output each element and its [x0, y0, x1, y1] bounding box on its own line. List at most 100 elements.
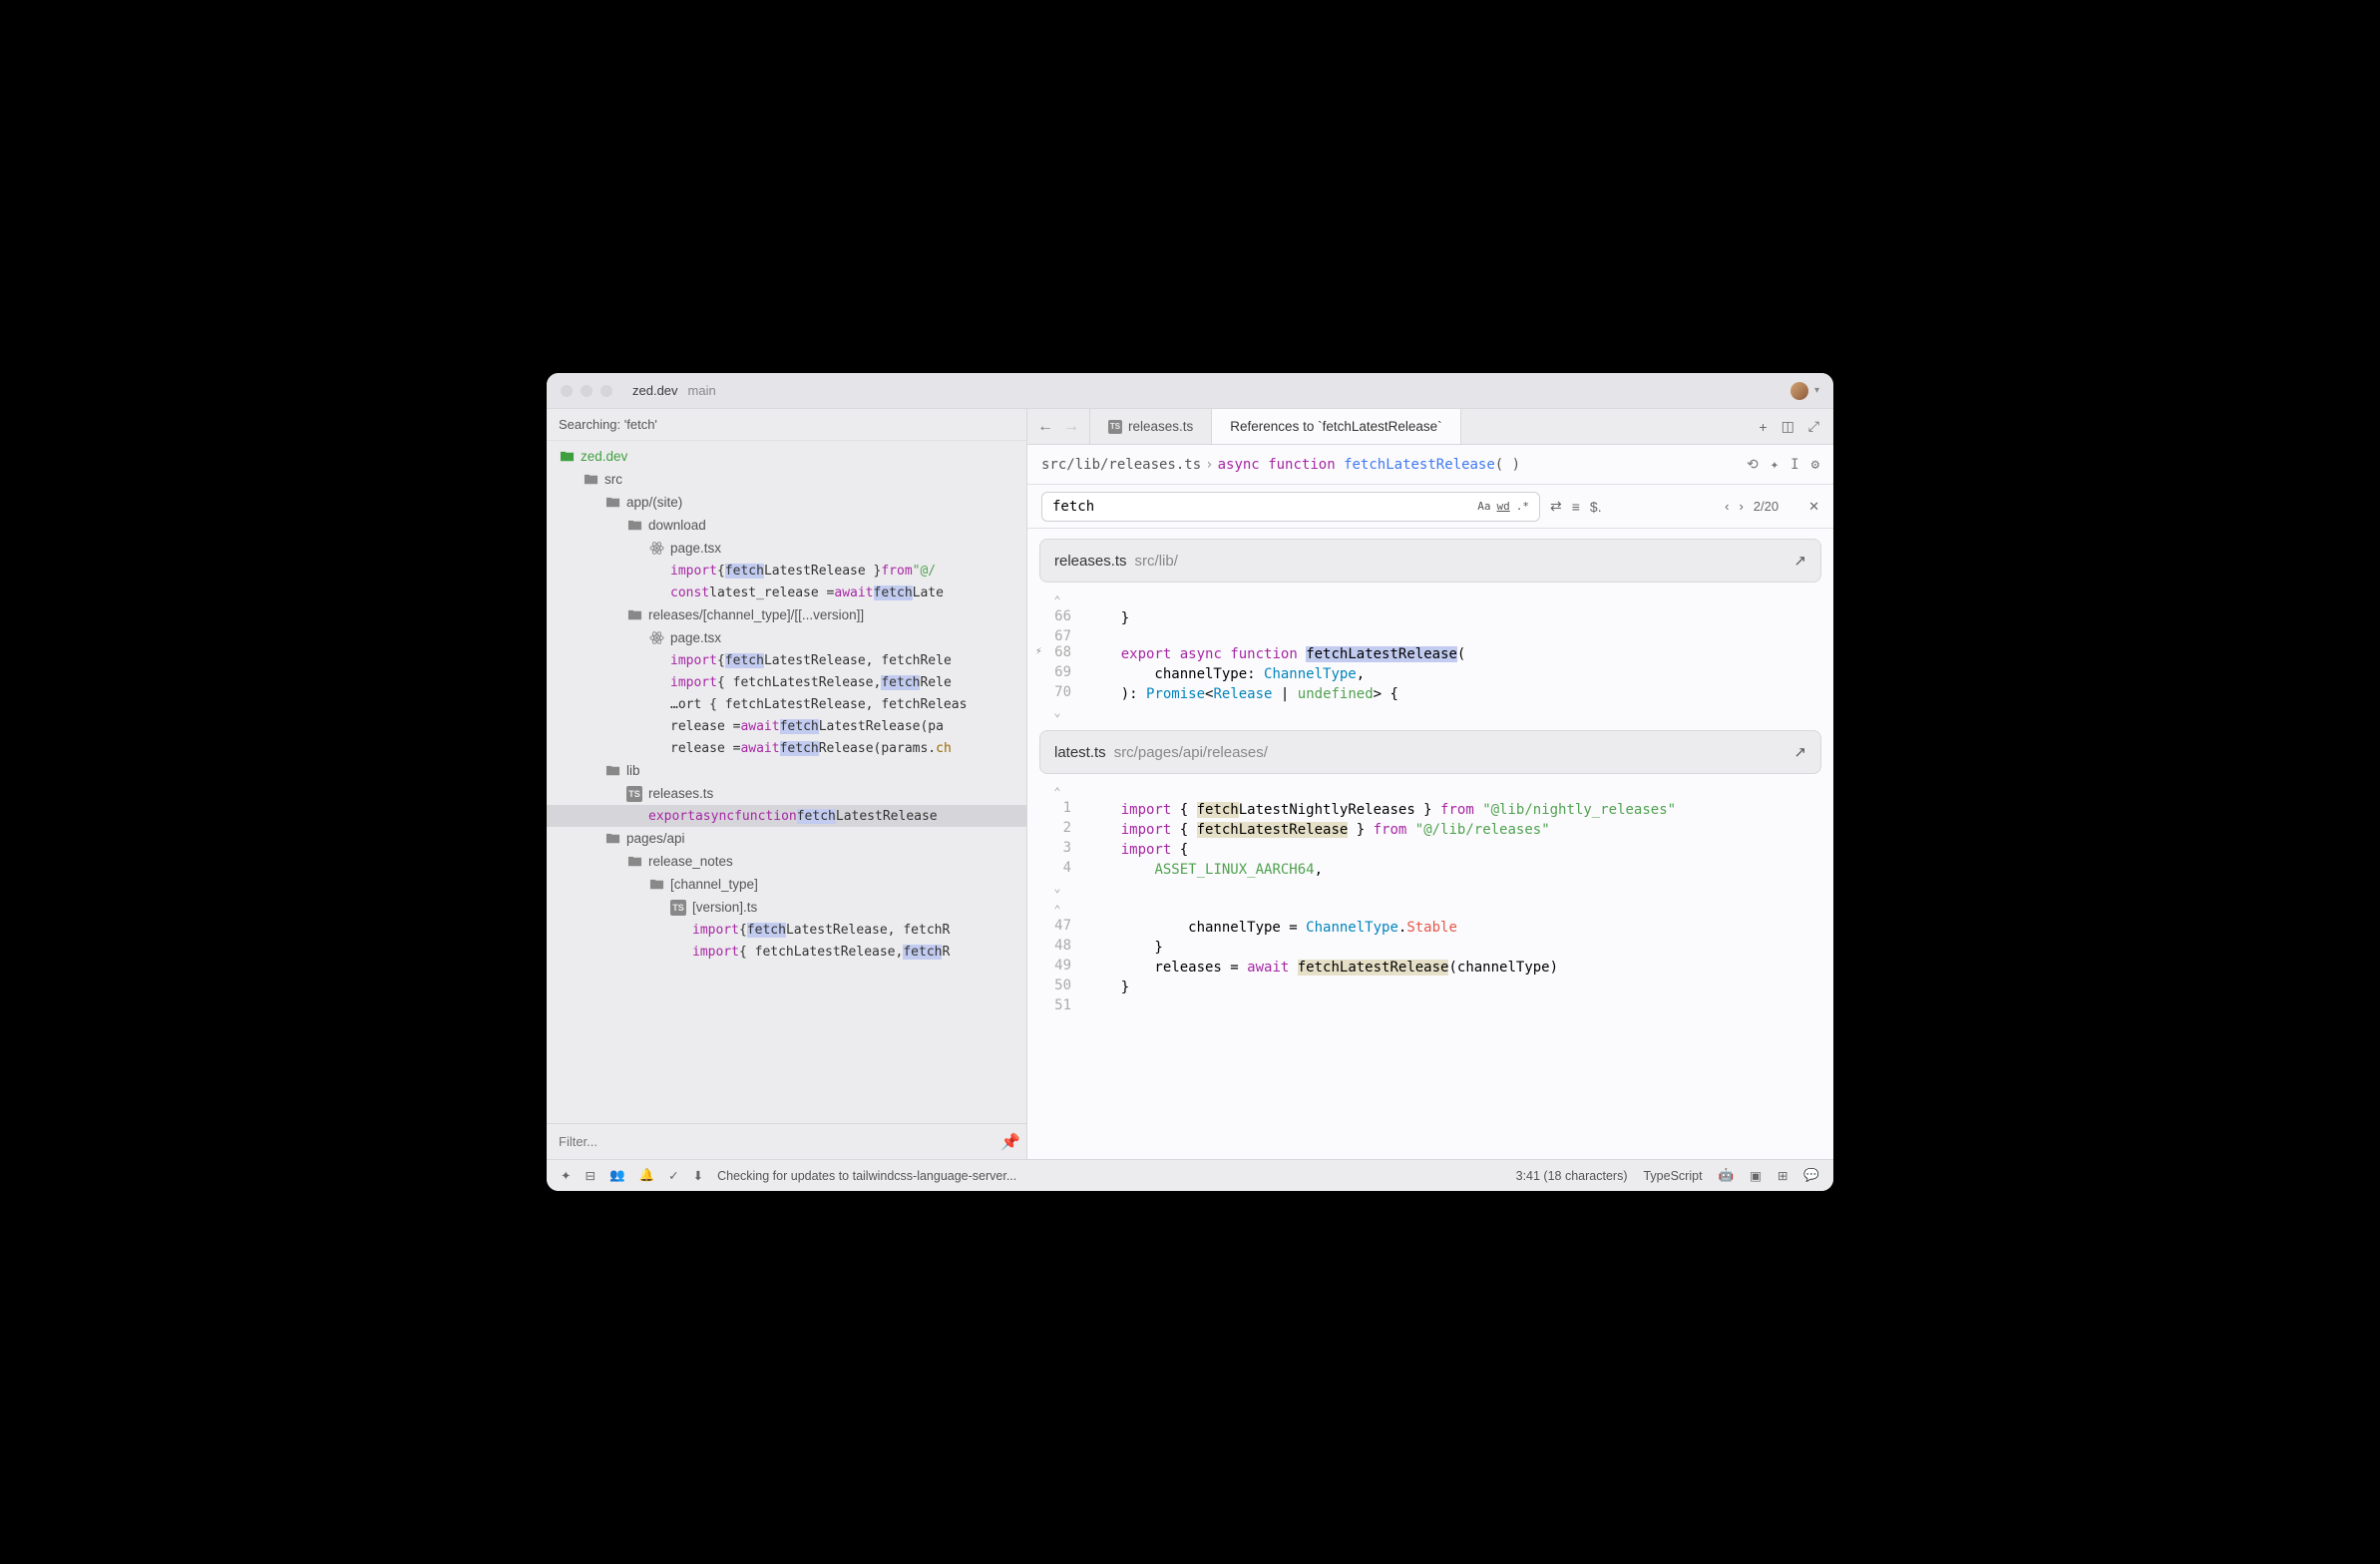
- tree-folder[interactable]: releases/[channel_type]/[[...version]]: [547, 603, 1026, 626]
- tree-file[interactable]: page.tsx: [547, 626, 1026, 649]
- search-result[interactable]: import { fetchLatestRelease } from "@/: [547, 560, 1026, 582]
- search-panel: Searching: 'fetch' zed.dev src app/(site…: [547, 409, 1027, 1159]
- search-result[interactable]: const latest_release = await fetchLate: [547, 582, 1026, 603]
- outline-icon[interactable]: ⊟: [585, 1168, 595, 1183]
- tree-folder[interactable]: release_notes: [547, 850, 1026, 873]
- bell-icon[interactable]: 🔔: [639, 1168, 655, 1183]
- code-block[interactable]: ⌃ 66 } 67 ⚡68 export async function fetc…: [1027, 592, 1833, 720]
- titlebar: zed.dev main ▾: [547, 373, 1833, 409]
- nav-back-icon[interactable]: ←: [1037, 418, 1053, 436]
- fold-up-icon[interactable]: ⌃: [1027, 784, 1087, 800]
- tree-file[interactable]: TSreleases.ts: [547, 782, 1026, 805]
- traffic-lights: [561, 385, 612, 397]
- sparkle-icon[interactable]: ✦: [561, 1168, 571, 1183]
- expand-icon[interactable]: ⤢: [1808, 418, 1819, 435]
- search-result-selected[interactable]: export async function fetchLatestRelease: [547, 805, 1026, 827]
- tree-folder[interactable]: lib: [547, 759, 1026, 782]
- new-tab-icon[interactable]: +: [1759, 419, 1767, 435]
- fold-up-icon[interactable]: ⌃: [1027, 902, 1087, 918]
- search-result[interactable]: import { fetchLatestRelease, fetchRele: [547, 649, 1026, 671]
- editor-pane: ← → TSreleases.ts References to `fetchLa…: [1027, 409, 1833, 1159]
- folder-icon: [559, 449, 575, 465]
- refresh-icon[interactable]: ⟲: [1747, 457, 1759, 473]
- tree-folder[interactable]: pages/api: [547, 827, 1026, 850]
- filter-row: 📌: [547, 1123, 1026, 1159]
- project-name[interactable]: zed.dev: [632, 383, 678, 398]
- folder-icon: [604, 763, 620, 779]
- fold-up-icon[interactable]: ⌃: [1027, 592, 1087, 608]
- search-result[interactable]: import { fetchLatestRelease, fetchRele: [547, 671, 1026, 693]
- filter-icon[interactable]: $.: [1590, 499, 1602, 515]
- folder-icon: [626, 854, 642, 870]
- close-search-icon[interactable]: ✕: [1808, 499, 1819, 515]
- tree-root[interactable]: zed.dev: [547, 445, 1026, 468]
- ts-icon: TS: [1108, 420, 1122, 434]
- maximize-window-icon[interactable]: [600, 385, 612, 397]
- word-toggle[interactable]: wd: [1497, 500, 1510, 513]
- tree-file[interactable]: TS[version].ts: [547, 896, 1026, 919]
- ts-icon: TS: [626, 786, 642, 802]
- popout-icon[interactable]: ↗: [1793, 552, 1806, 570]
- search-result[interactable]: release = await fetchLatestRelease(pa: [547, 715, 1026, 737]
- result-file-header[interactable]: releases.ts src/lib/ ↗: [1039, 539, 1821, 583]
- tree-folder[interactable]: src: [547, 468, 1026, 491]
- react-icon: [648, 630, 664, 646]
- filter-input[interactable]: [559, 1134, 1000, 1149]
- sparkle-icon[interactable]: ✦: [1771, 457, 1779, 473]
- settings-icon[interactable]: ⚙: [1811, 457, 1819, 473]
- tree-folder[interactable]: app/(site): [547, 491, 1026, 514]
- statusbar: ✦ ⊟ 👥 🔔 ✓ ⬇ Checking for updates to tail…: [547, 1159, 1833, 1191]
- search-result[interactable]: import { fetchLatestRelease, fetchR: [547, 941, 1026, 963]
- ts-icon: TS: [670, 900, 686, 916]
- collab-icon[interactable]: 👥: [609, 1168, 625, 1183]
- nav-forward-icon[interactable]: →: [1063, 418, 1079, 436]
- code-block[interactable]: ⌃ 1 import { fetchLatestNightlyReleases …: [1027, 784, 1833, 1013]
- search-result[interactable]: import { fetchLatestRelease, fetchR: [547, 919, 1026, 941]
- terminal-icon[interactable]: ▣: [1750, 1168, 1762, 1183]
- replace-icon[interactable]: ⇄: [1550, 498, 1562, 515]
- tree-file[interactable]: page.tsx: [547, 537, 1026, 560]
- avatar[interactable]: [1790, 382, 1808, 400]
- pin-icon[interactable]: 📌: [1000, 1132, 1014, 1152]
- tree-folder[interactable]: download: [547, 514, 1026, 537]
- prev-match-icon[interactable]: ‹: [1725, 499, 1729, 514]
- cursor-position[interactable]: 3:41 (18 characters): [1516, 1169, 1628, 1183]
- close-window-icon[interactable]: [561, 385, 573, 397]
- language-mode[interactable]: TypeScript: [1643, 1169, 1702, 1183]
- cursor-icon[interactable]: I: [1790, 457, 1798, 473]
- folder-icon: [583, 472, 598, 488]
- status-message: Checking for updates to tailwindcss-lang…: [717, 1169, 1016, 1183]
- react-icon: [648, 541, 664, 557]
- match-count: 2/20: [1754, 499, 1779, 514]
- split-icon[interactable]: ◫: [1782, 418, 1794, 435]
- next-match-icon[interactable]: ›: [1739, 499, 1743, 514]
- folder-icon: [626, 518, 642, 534]
- fold-down-icon[interactable]: ⌄: [1027, 880, 1087, 896]
- case-toggle[interactable]: Aa: [1477, 500, 1490, 513]
- check-icon[interactable]: ✓: [668, 1168, 678, 1183]
- tab-references[interactable]: References to `fetchLatestRelease`: [1212, 409, 1460, 444]
- git-branch[interactable]: main: [688, 383, 716, 398]
- search-result[interactable]: release = await fetchRelease(params.ch: [547, 737, 1026, 759]
- popout-icon[interactable]: ↗: [1793, 743, 1806, 761]
- tree-folder[interactable]: [channel_type]: [547, 873, 1026, 896]
- minimize-window-icon[interactable]: [581, 385, 593, 397]
- tab-releases[interactable]: TSreleases.ts: [1090, 409, 1212, 444]
- selection-icon[interactable]: ≡: [1572, 499, 1580, 515]
- result-file-header[interactable]: latest.ts src/pages/api/releases/ ↗: [1039, 730, 1821, 774]
- fold-down-icon[interactable]: ⌄: [1027, 704, 1087, 720]
- folder-icon: [604, 831, 620, 847]
- panel-icon[interactable]: ⊞: [1778, 1168, 1787, 1183]
- search-input[interactable]: fetch Aa wd .*: [1041, 492, 1540, 522]
- regex-toggle[interactable]: .*: [1516, 500, 1529, 513]
- search-header: Searching: 'fetch': [547, 409, 1026, 441]
- folder-icon: [648, 877, 664, 893]
- chat-icon[interactable]: 💬: [1803, 1168, 1819, 1183]
- chevron-down-icon[interactable]: ▾: [1814, 385, 1819, 396]
- breadcrumb[interactable]: src/lib/releases.ts › async function fet…: [1027, 445, 1833, 485]
- folder-icon: [604, 495, 620, 511]
- search-result[interactable]: …ort { fetchLatestRelease, fetchReleas: [547, 693, 1026, 715]
- copilot-icon[interactable]: 🤖: [1719, 1168, 1735, 1183]
- bolt-icon[interactable]: ⚡: [1035, 644, 1042, 657]
- download-icon[interactable]: ⬇: [693, 1168, 703, 1183]
